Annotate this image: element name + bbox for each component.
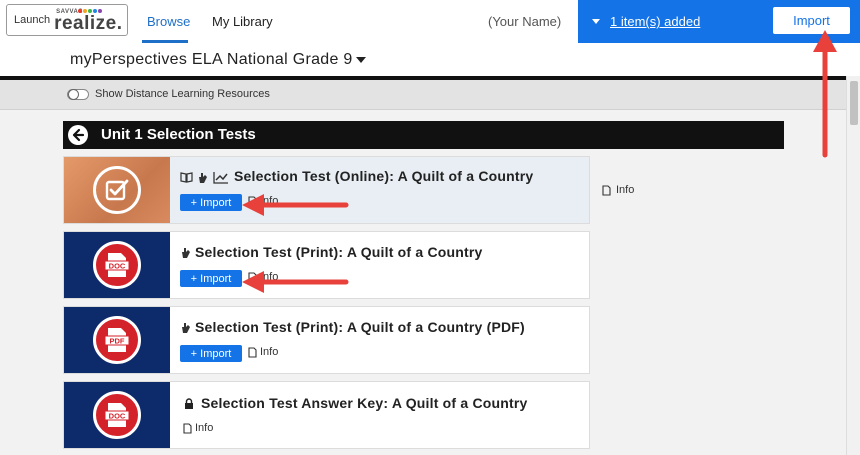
import-button[interactable]: Import [773, 7, 850, 34]
import-item-button[interactable]: + Import [180, 194, 242, 211]
scrollbar-thumb[interactable] [850, 81, 858, 125]
tab-my-library[interactable]: My Library [212, 14, 273, 29]
selected-item-info-link[interactable]: Info [602, 184, 634, 196]
info-label: Info [260, 195, 279, 207]
document-icon [183, 422, 192, 434]
program-title[interactable]: myPerspectives ELA National Grade 9 [70, 51, 353, 69]
savvas-realize-logo: SAVVAS realize. [54, 7, 126, 34]
document-icon [602, 184, 611, 196]
distance-learning-label: Show Distance Learning Resources [95, 88, 270, 100]
item-type-icons [180, 171, 229, 184]
list-item[interactable]: DOC Selection Test (Print): A Quilt of a… [63, 231, 590, 299]
info-label: Info [616, 184, 635, 196]
info-link[interactable]: Info [248, 195, 278, 207]
checkbox-icon [93, 166, 141, 214]
item-type-icons [180, 246, 192, 259]
item-thumbnail[interactable]: PDF [64, 307, 170, 373]
added-items-panel: 1 item(s) added Import [578, 0, 860, 43]
item-thumbnail[interactable]: DOC [64, 232, 170, 298]
caret-down-icon [592, 19, 600, 24]
distance-learning-row: Show Distance Learning Resources [0, 80, 846, 110]
list-item[interactable]: Selection Test (Online): A Quilt of a Co… [63, 156, 590, 224]
document-icon [248, 346, 257, 358]
lock-icon [185, 398, 193, 409]
launch-label: Launch [14, 14, 51, 26]
info-label: Info [260, 271, 279, 283]
info-label: Info [195, 422, 214, 434]
hand-icon [182, 248, 190, 258]
item-thumbnail[interactable] [64, 157, 170, 223]
program-dropdown-icon[interactable] [356, 57, 366, 63]
unit-header: Unit 1 Selection Tests [63, 121, 784, 149]
info-link[interactable]: Info [248, 271, 278, 283]
document-icon [248, 195, 257, 207]
toggle-knob [68, 89, 79, 100]
doc-label: DOC [109, 262, 126, 271]
launch-realize-button[interactable]: Launch SAVVAS realize. [6, 4, 128, 36]
chart-icon [213, 172, 228, 184]
back-button[interactable] [68, 125, 88, 145]
info-link[interactable]: Info [248, 346, 278, 358]
tab-browse[interactable]: Browse [147, 14, 190, 29]
item-title[interactable]: Selection Test Answer Key: A Quilt of a … [201, 395, 528, 411]
items-added-toggle[interactable]: 1 item(s) added [592, 14, 700, 29]
back-arrow-icon [72, 128, 85, 142]
list-item[interactable]: DOC Selection Test Answer Key: A Quilt o… [63, 381, 590, 449]
list-item[interactable]: PDF Selection Test (Print): A Quilt of a… [63, 306, 590, 374]
info-link[interactable]: Info [183, 422, 213, 434]
item-type-icons [180, 321, 192, 334]
document-icon [248, 271, 257, 283]
import-item-button[interactable]: + Import [180, 345, 242, 362]
item-title[interactable]: Selection Test (Print): A Quilt of a Cou… [195, 319, 525, 335]
item-type-icons [184, 398, 194, 410]
info-label: Info [260, 346, 279, 358]
item-title[interactable]: Selection Test (Online): A Quilt of a Co… [234, 168, 533, 184]
user-name[interactable]: (Your Name) [488, 14, 561, 29]
program-selector-row: myPerspectives ELA National Grade 9 [0, 43, 860, 76]
pdf-file-icon: PDF [93, 316, 141, 364]
top-bar: Launch SAVVAS realize. Browse My Library… [0, 0, 860, 43]
item-title[interactable]: Selection Test (Print): A Quilt of a Cou… [195, 244, 483, 260]
import-item-button[interactable]: + Import [180, 270, 242, 287]
unit-title: Unit 1 Selection Tests [101, 126, 256, 143]
doc-file-icon: DOC [93, 391, 141, 439]
items-added-label: 1 item(s) added [610, 14, 701, 29]
pdf-label: PDF [110, 337, 125, 346]
brand-name: realize. [54, 13, 123, 34]
hand-icon [182, 323, 190, 333]
book-icon [180, 172, 193, 183]
page-scrollbar[interactable] [846, 76, 860, 455]
distance-learning-toggle[interactable] [67, 89, 89, 100]
item-thumbnail[interactable]: DOC [64, 382, 170, 448]
hand-icon [199, 173, 207, 183]
doc-file-icon: DOC [93, 241, 141, 289]
doc-label: DOC [109, 412, 126, 421]
